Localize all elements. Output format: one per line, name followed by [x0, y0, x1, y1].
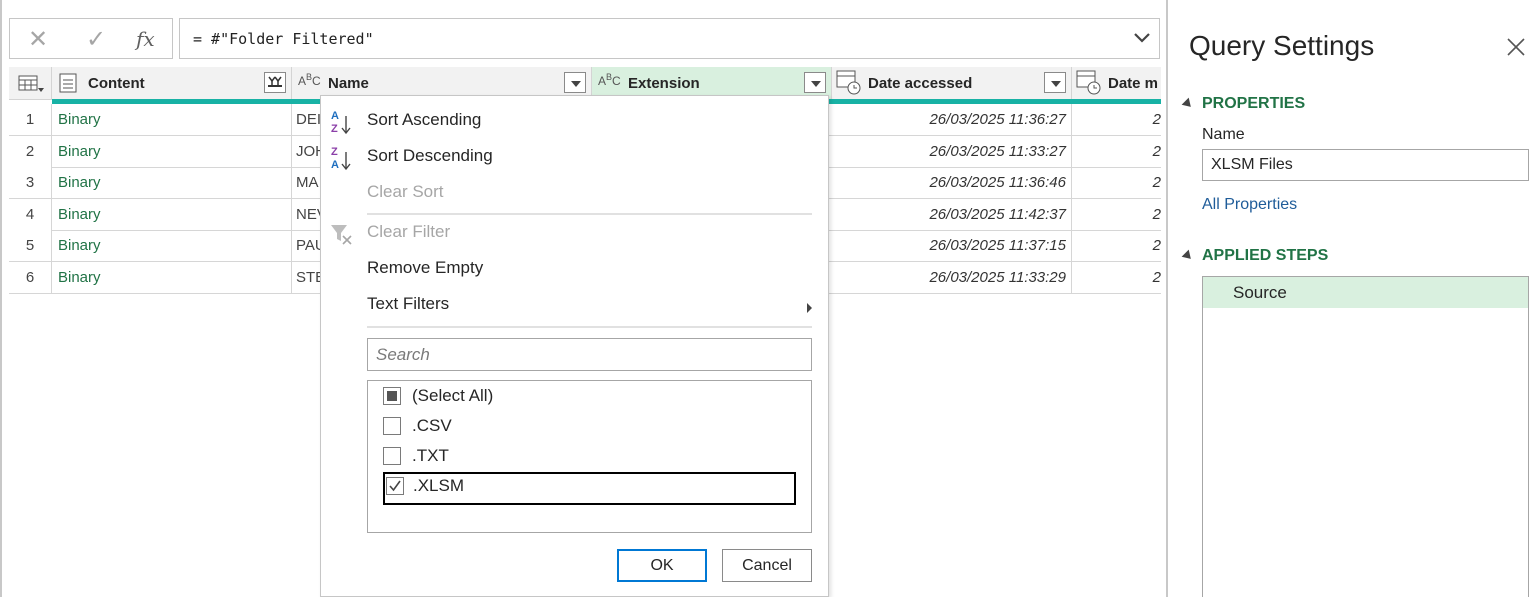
sort-descending-item[interactable]: Sort Descending: [367, 146, 493, 166]
date-modified-cell[interactable]: 2: [1072, 262, 1161, 293]
clear-sort-item[interactable]: Clear Sort: [367, 182, 444, 202]
submenu-arrow-icon: [807, 303, 812, 313]
row-number[interactable]: 3: [9, 167, 52, 198]
menu-separator: [367, 326, 812, 328]
formula-input[interactable]: = #"Folder Filtered": [179, 18, 1160, 59]
query-name-field[interactable]: [1202, 149, 1529, 181]
search-input[interactable]: [368, 339, 811, 370]
row-number[interactable]: 1: [9, 104, 52, 135]
formula-buttons: ✕ ✓ fx: [9, 18, 173, 59]
binary-cell[interactable]: Binary: [52, 230, 292, 261]
checkbox-unchecked[interactable]: [383, 447, 401, 465]
list-item-xlsm[interactable]: .XLSM: [383, 472, 796, 505]
window-border: [0, 0, 2, 597]
row-number[interactable]: 2: [9, 136, 52, 167]
date-modified-cell[interactable]: 2: [1072, 136, 1161, 167]
column-label-content: Content: [88, 75, 145, 92]
power-query-editor: ✕ ✓ fx = #"Folder Filtered" Content ABC …: [0, 0, 1540, 597]
checkbox-partial[interactable]: [383, 387, 401, 405]
pane-divider[interactable]: [1166, 0, 1168, 597]
binary-cell[interactable]: Binary: [52, 262, 292, 293]
ok-button[interactable]: OK: [617, 549, 707, 582]
filter-values-list: (Select All) .CSV .TXT .XLSM: [367, 380, 812, 533]
abc-type-icon: ABC: [298, 72, 321, 88]
row-number[interactable]: 6: [9, 262, 52, 293]
datetime-type-icon: [1076, 70, 1101, 95]
query-name-input[interactable]: [1203, 150, 1528, 180]
checkbox-checked[interactable]: [386, 477, 404, 495]
close-icon[interactable]: [1505, 36, 1527, 58]
svg-text:A: A: [331, 110, 339, 122]
date-accessed-cell[interactable]: 26/03/2025 11:36:46: [832, 167, 1072, 198]
svg-text:A: A: [331, 159, 339, 171]
column-filter-menu: A Z Sort Ascending Z A Sort Descending C…: [320, 95, 829, 597]
column-label-extension: Extension: [628, 75, 700, 92]
list-item-label: .XLSM: [413, 476, 465, 495]
table-menu-corner[interactable]: [9, 67, 52, 100]
chevron-down-icon[interactable]: [1133, 31, 1151, 45]
clear-filter-item[interactable]: Clear Filter: [367, 222, 450, 242]
list-item-label: (Select All): [412, 386, 494, 405]
clear-filter-icon: [331, 225, 352, 245]
collapse-triangle-icon[interactable]: [1181, 249, 1195, 263]
svg-text:Z: Z: [331, 146, 338, 158]
all-properties-link[interactable]: All Properties: [1202, 196, 1297, 214]
column-header-content[interactable]: Content: [52, 67, 292, 100]
svg-text:Z: Z: [331, 123, 338, 135]
filter-dropdown-button[interactable]: [804, 72, 826, 93]
date-modified-cell[interactable]: 2: [1072, 104, 1161, 135]
date-modified-cell[interactable]: 2: [1072, 167, 1161, 198]
binary-cell[interactable]: Binary: [52, 136, 292, 167]
list-item-label: .TXT: [412, 446, 449, 465]
query-settings-title: Query Settings: [1189, 30, 1375, 61]
name-label: Name: [1202, 126, 1245, 143]
filter-dropdown-button[interactable]: [564, 72, 586, 93]
fx-icon[interactable]: fx: [136, 27, 155, 51]
sort-descending-icon: Z A: [331, 146, 351, 171]
date-accessed-cell[interactable]: 26/03/2025 11:37:15: [832, 230, 1072, 261]
table-icon[interactable]: [18, 75, 44, 93]
expand-icon[interactable]: [264, 72, 286, 93]
date-accessed-cell[interactable]: 26/03/2025 11:33:29: [832, 262, 1072, 293]
binary-cell[interactable]: Binary: [52, 167, 292, 198]
checkbox-unchecked[interactable]: [383, 417, 401, 435]
applied-steps-header[interactable]: APPLIED STEPS: [1202, 247, 1328, 265]
binary-cell[interactable]: Binary: [52, 199, 292, 230]
check-icon[interactable]: ✓: [86, 25, 106, 54]
date-accessed-cell[interactable]: 26/03/2025 11:42:37: [832, 199, 1072, 230]
binary-cell[interactable]: Binary: [52, 104, 292, 135]
date-accessed-cell[interactable]: 26/03/2025 11:33:27: [832, 136, 1072, 167]
sort-ascending-item[interactable]: Sort Ascending: [367, 110, 481, 130]
column-label-date-modified: Date m: [1108, 75, 1159, 92]
column-header-date-accessed[interactable]: Date accessed: [832, 67, 1072, 100]
formula-text[interactable]: = #"Folder Filtered": [193, 30, 374, 48]
date-accessed-cell[interactable]: 26/03/2025 11:36:27: [832, 104, 1072, 135]
sort-ascending-icon: A Z: [331, 110, 351, 135]
check-icon: [389, 480, 401, 492]
column-header-date-modified[interactable]: Date m: [1072, 67, 1161, 100]
filter-search-box[interactable]: [367, 338, 812, 371]
datetime-type-icon: [836, 70, 861, 95]
text-filters-item[interactable]: Text Filters: [367, 294, 449, 314]
properties-header[interactable]: PROPERTIES: [1202, 95, 1305, 113]
step-source[interactable]: Source: [1203, 277, 1528, 308]
menu-separator: [367, 213, 812, 215]
collapse-triangle-icon[interactable]: [1181, 97, 1195, 111]
applied-steps-list: Source: [1202, 276, 1529, 597]
cancel-button[interactable]: Cancel: [722, 549, 812, 582]
abc-type-icon: ABC: [598, 72, 621, 88]
remove-empty-item[interactable]: Remove Empty: [367, 258, 483, 278]
row-number[interactable]: 5: [9, 230, 52, 261]
table-type-icon: [59, 73, 77, 93]
column-label-name: Name: [328, 75, 369, 92]
list-item-label: .CSV: [412, 416, 452, 435]
date-modified-cell[interactable]: 2: [1072, 199, 1161, 230]
row-number[interactable]: 4: [9, 199, 52, 230]
column-label-date-accessed: Date accessed: [868, 75, 973, 92]
date-modified-cell[interactable]: 2: [1072, 230, 1161, 261]
filter-dropdown-button[interactable]: [1044, 72, 1066, 93]
close-icon[interactable]: ✕: [28, 25, 48, 54]
